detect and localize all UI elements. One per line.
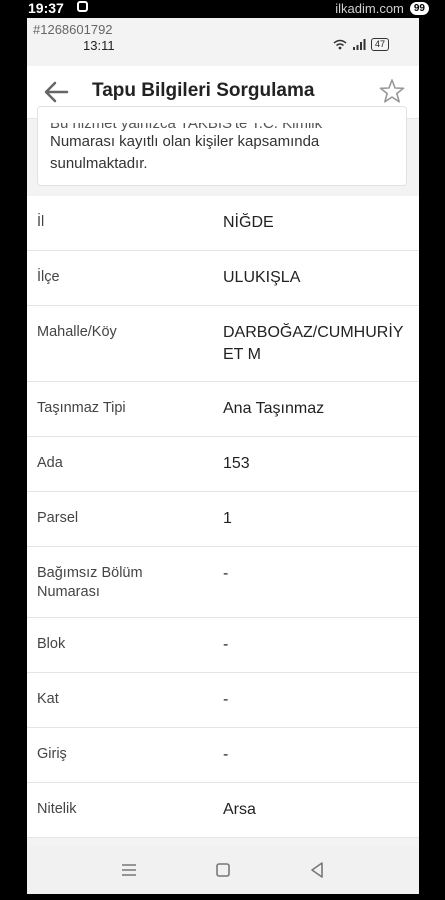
home-square-icon[interactable] — [211, 858, 235, 882]
row-label: Bağımsız Bölüm Numarası — [37, 565, 143, 600]
row-value: Ana Taşınmaz — [223, 400, 325, 417]
row-value: - — [223, 691, 229, 708]
screenshot-frame: #1268601792 13:11 47 Tapu Bilgileri Sorg… — [27, 18, 419, 894]
row-label: Ada — [37, 455, 63, 471]
back-arrow-icon[interactable] — [43, 80, 69, 104]
signal-icon — [352, 39, 366, 50]
row-label: Nitelik — [37, 801, 77, 817]
info-line-3: sunulmaktadır. — [50, 155, 148, 172]
row-value: DARBOĞAZ/CUMHURİY ET M — [223, 324, 404, 363]
row-value: - — [223, 565, 229, 582]
table-row: Taşınmaz Tipi Ana Taşınmaz — [27, 382, 419, 437]
table-row: Bağımsız Bölüm Numarası - — [27, 547, 419, 618]
screenshot-id: #1268601792 — [33, 22, 113, 37]
screen-record-icon — [77, 1, 88, 12]
table-row: Nitelik Arsa — [27, 783, 419, 838]
row-label: Parsel — [37, 510, 79, 526]
row-label: Giriş — [37, 746, 67, 762]
inner-clock: 13:11 — [83, 38, 115, 53]
row-value: - — [223, 746, 229, 763]
row-value: Arsa — [223, 801, 256, 818]
row-value: 1 — [223, 510, 232, 527]
table-row: İl NİĞDE — [27, 196, 419, 251]
watermark: ilkadim.com — [335, 1, 404, 16]
row-label: İl — [37, 214, 45, 230]
table-row: Kat - — [27, 673, 419, 728]
row-value: ULUKIŞLA — [223, 269, 301, 286]
system-nav-bar — [27, 846, 419, 894]
page-title: Tapu Bilgileri Sorgulama — [92, 80, 315, 101]
info-line-2: Numarası kayıtlı olan kişiler kapsamında — [50, 133, 320, 150]
inner-battery-indicator: 47 — [370, 38, 389, 51]
row-value: 153 — [223, 455, 250, 472]
row-label: Mahalle/Köy — [37, 324, 117, 340]
info-notice-card: Bu hizmet yalnızca TAKBİS'te T.C. Kimlik… — [37, 106, 407, 186]
row-value: NİĞDE — [223, 214, 274, 231]
row-label: Kat — [37, 691, 59, 707]
wifi-icon — [333, 39, 347, 50]
inner-status-bar: 13:11 47 — [27, 38, 419, 58]
table-row: Mahalle/Köy DARBOĞAZ/CUMHURİY ET M — [27, 306, 419, 382]
menu-icon[interactable] — [117, 858, 141, 882]
back-triangle-icon[interactable] — [305, 858, 329, 882]
table-row: Giriş - — [27, 728, 419, 783]
row-value: - — [223, 636, 229, 653]
outer-battery-indicator: 99 — [409, 2, 429, 15]
table-row: İlçe ULUKIŞLA — [27, 251, 419, 306]
row-label: Blok — [37, 636, 66, 652]
outer-clock: 19:37 — [28, 0, 64, 16]
inner-status-icons: 47 — [333, 38, 389, 51]
row-label: Taşınmaz Tipi — [37, 400, 126, 416]
table-row: Ada 153 — [27, 437, 419, 492]
table-row: Blok - — [27, 618, 419, 673]
table-row: Parsel 1 — [27, 492, 419, 547]
row-label: İlçe — [37, 269, 60, 285]
outer-status-bar: 19:37 ilkadim.com 99 — [0, 0, 445, 18]
property-details-table: İl NİĞDE İlçe ULUKIŞLA Mahalle/Köy DARBO… — [27, 196, 419, 838]
outer-status-icons: ilkadim.com 99 — [335, 1, 429, 16]
favorite-star-icon[interactable] — [379, 78, 405, 104]
